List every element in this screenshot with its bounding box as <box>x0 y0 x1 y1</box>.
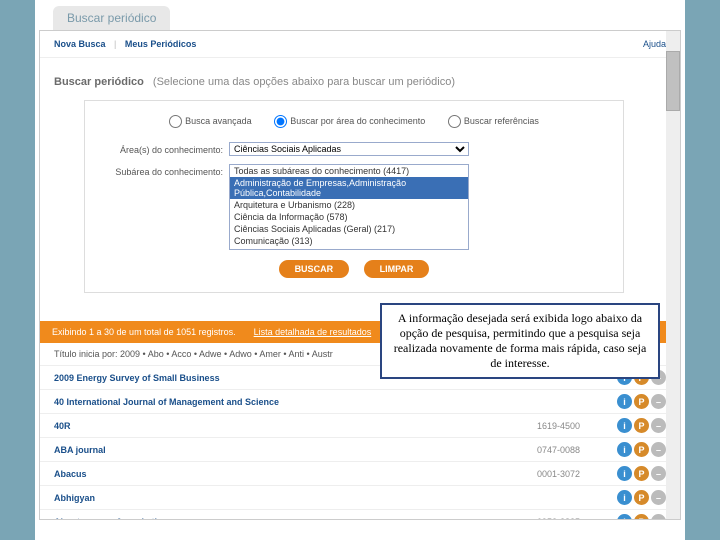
subarea-row: Subárea do conhecimento: Todas as subáre… <box>99 164 609 250</box>
subarea-listbox[interactable]: Todas as subáreas do conhecimento (4417)… <box>229 164 469 250</box>
result-title-link[interactable]: ABA journal <box>54 445 106 455</box>
area-row: Área(s) do conhecimento: Ciências Sociai… <box>99 142 609 156</box>
tab-search-journal[interactable]: Buscar periódico <box>53 6 170 30</box>
result-icons: iP– <box>617 466 666 481</box>
pdf-icon[interactable]: P <box>634 466 649 481</box>
pdf-icon[interactable]: P <box>634 418 649 433</box>
result-row: About women & marketing 0952-2825 iP– <box>40 510 680 520</box>
alpha-links[interactable]: Título inicia por: 2009 • Abo • Acco • A… <box>54 349 333 359</box>
result-title-link[interactable]: About women & marketing <box>54 517 168 521</box>
search-button[interactable]: BUSCAR <box>279 260 350 278</box>
area-select[interactable]: Ciências Sociais Aplicadas <box>229 142 469 156</box>
detailed-list-link[interactable]: Lista detalhada de resultados <box>254 327 372 337</box>
subarea-option[interactable]: Demografia (115) <box>230 247 468 250</box>
result-issn: 1619-4500 <box>537 421 607 431</box>
result-issn: 0747-0088 <box>537 445 607 455</box>
result-title-link[interactable]: Abhigyan <box>54 493 95 503</box>
results-list: 2009 Energy Survey of Small BusinessiP–4… <box>40 366 680 520</box>
pdf-icon[interactable]: P <box>634 490 649 505</box>
search-box: Busca avançada Buscar por área do conhec… <box>84 100 624 293</box>
result-icons: iP– <box>617 442 666 457</box>
minus-icon[interactable]: – <box>651 394 666 409</box>
subarea-option[interactable]: Ciência da Informação (578) <box>230 211 468 223</box>
result-icons: iP– <box>617 514 666 520</box>
result-row: 40 International Journal of Management a… <box>40 390 680 414</box>
new-search-link[interactable]: Nova Busca <box>54 39 106 49</box>
result-row: 40R 1619-4500 iP– <box>40 414 680 438</box>
section-title-hint: (Selecione uma das opções abaixo para bu… <box>153 76 455 88</box>
result-title-link[interactable]: 40 International Journal of Management a… <box>54 397 279 407</box>
page: Buscar periódico Nova Busca | Meus Perió… <box>35 0 685 540</box>
subarea-option[interactable]: Administração de Empresas,Administração … <box>230 177 468 199</box>
result-icons: iP– <box>617 394 666 409</box>
pdf-icon[interactable]: P <box>634 514 649 520</box>
area-label: Área(s) do conhecimento: <box>99 142 229 155</box>
info-icon[interactable]: i <box>617 418 632 433</box>
radio-references[interactable]: Buscar referências <box>448 116 539 126</box>
result-row: Abhigyan iP– <box>40 486 680 510</box>
subarea-option[interactable]: Todas as subáreas do conhecimento (4417) <box>230 165 468 177</box>
result-icons: iP– <box>617 490 666 505</box>
topbar: Nova Busca | Meus Periódicos Ajuda <box>40 31 680 58</box>
result-icons: iP– <box>617 418 666 433</box>
vertical-scrollbar[interactable] <box>666 31 680 519</box>
result-row: ABA journal 0747-0088 iP– <box>40 438 680 462</box>
minus-icon[interactable]: – <box>651 418 666 433</box>
pdf-icon[interactable]: P <box>634 442 649 457</box>
result-title-link[interactable]: 40R <box>54 421 71 431</box>
subarea-option[interactable]: Arquitetura e Urbanismo (228) <box>230 199 468 211</box>
radio-by-area[interactable]: Buscar por área do conhecimento <box>274 116 425 126</box>
result-issn: 0001-3072 <box>537 469 607 479</box>
section-title-bold: Buscar periódico <box>54 76 144 88</box>
info-icon[interactable]: i <box>617 442 632 457</box>
info-icon[interactable]: i <box>617 466 632 481</box>
minus-icon[interactable]: – <box>651 466 666 481</box>
minus-icon[interactable]: – <box>651 514 666 520</box>
result-issn: 0952-2825 <box>537 517 607 521</box>
radio-row: Busca avançada Buscar por área do conhec… <box>99 115 609 128</box>
scrollbar-thumb[interactable] <box>666 51 680 111</box>
subarea-option[interactable]: Ciências Sociais Aplicadas (Geral) (217) <box>230 223 468 235</box>
main-frame: Nova Busca | Meus Periódicos Ajuda Busca… <box>39 30 681 520</box>
search-section: Buscar periódico (Selecione uma das opçõ… <box>40 58 680 293</box>
subarea-option[interactable]: Comunicação (313) <box>230 235 468 247</box>
my-journals-link[interactable]: Meus Periódicos <box>125 39 197 49</box>
result-title-link[interactable]: 2009 Energy Survey of Small Business <box>54 373 220 383</box>
button-row: BUSCAR LIMPAR <box>99 260 609 278</box>
results-count: Exibindo 1 a 30 de um total de 1051 regi… <box>52 327 236 337</box>
result-title-link[interactable]: Abacus <box>54 469 87 479</box>
minus-icon[interactable]: – <box>651 490 666 505</box>
info-icon[interactable]: i <box>617 514 632 520</box>
info-callout: A informação desejada será exibida logo … <box>380 303 660 379</box>
radio-advanced[interactable]: Busca avançada <box>169 116 252 126</box>
result-row: Abacus 0001-3072 iP– <box>40 462 680 486</box>
pdf-icon[interactable]: P <box>634 394 649 409</box>
info-icon[interactable]: i <box>617 394 632 409</box>
section-title: Buscar periódico (Selecione uma das opçõ… <box>54 76 666 88</box>
help-link[interactable]: Ajuda <box>643 39 666 49</box>
clear-button[interactable]: LIMPAR <box>364 260 430 278</box>
separator: | <box>114 39 116 49</box>
subarea-label: Subárea do conhecimento: <box>99 164 229 177</box>
info-icon[interactable]: i <box>617 490 632 505</box>
minus-icon[interactable]: – <box>651 442 666 457</box>
